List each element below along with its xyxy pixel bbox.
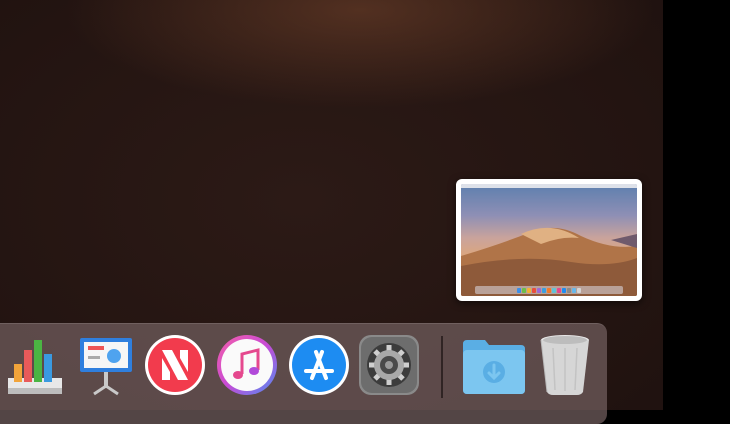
thumbnail-dock — [475, 286, 623, 294]
trash-icon[interactable] — [537, 334, 593, 396]
keynote-icon[interactable] — [74, 334, 138, 398]
thumbnail-preview-image — [461, 184, 637, 296]
dock-separator — [441, 336, 443, 398]
system-preferences-icon[interactable] — [358, 334, 420, 396]
itunes-icon[interactable] — [216, 334, 278, 396]
screenshot-thumbnail[interactable] — [456, 179, 642, 301]
screen-bezel — [663, 0, 730, 410]
mojave-dunes-image — [461, 227, 637, 296]
thumbnail-menu-bar — [461, 184, 637, 188]
news-icon[interactable] — [144, 334, 206, 396]
app-store-icon[interactable] — [288, 334, 350, 396]
numbers-icon[interactable] — [0, 334, 64, 398]
downloads-folder-icon[interactable] — [461, 334, 527, 396]
